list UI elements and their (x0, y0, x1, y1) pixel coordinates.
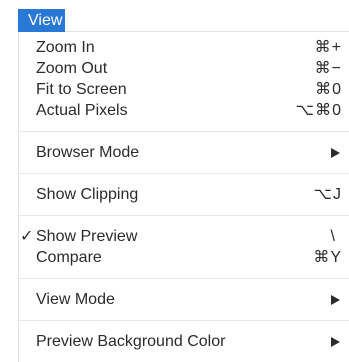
menu-item-shortcut: ⌘+ (314, 39, 342, 56)
menu-item-label: Browser Mode (36, 144, 140, 161)
menu-item-label: Fit to Screen (36, 81, 127, 98)
menu-item-zoom-in[interactable]: Zoom In ⌘+ (19, 37, 349, 59)
menu-item-actual-pixels[interactable]: Actual Pixels ⌥⌘0 (19, 100, 349, 122)
submenu-arrow-icon (331, 295, 340, 305)
view-menu-dropdown: Zoom In ⌘+ Zoom Out ⌘− Fit to Screen ⌘0 … (18, 32, 349, 362)
menu-item-label-text: Show Preview (36, 228, 138, 245)
menu-item-shortcut: ⌥⌘0 (295, 102, 342, 119)
menu-item-shortcut: ⌘0 (315, 81, 342, 98)
menu-separator (19, 320, 349, 321)
menu-item-label: View Mode (36, 291, 115, 308)
view-menu-title[interactable]: View (18, 9, 65, 32)
menubar: View (0, 0, 349, 32)
menu-item-label: Zoom In (36, 39, 95, 56)
menu-item-label: Actual Pixels (36, 102, 128, 119)
submenu-arrow-icon (331, 337, 340, 347)
submenu-arrow-icon (331, 148, 340, 158)
menu-item-fit-to-screen[interactable]: Fit to Screen ⌘0 (19, 79, 349, 101)
menu-separator (19, 215, 349, 216)
menu-item-label: Zoom Out (36, 60, 108, 77)
menu-item-shortcut: \ (330, 228, 336, 245)
menu-separator (19, 278, 349, 279)
menu-item-view-mode[interactable]: View Mode (19, 289, 349, 311)
menu-item-zoom-out[interactable]: Zoom Out ⌘− (19, 58, 349, 80)
menu-item-preview-background-color[interactable]: Preview Background Color (19, 331, 349, 353)
menu-item-label: Compare (36, 249, 102, 266)
menu-item-shortcut: ⌥J (313, 186, 342, 203)
menu-item-shortcut: ⌘− (314, 60, 342, 77)
menu-item-label: ✓ Show Preview (20, 226, 138, 248)
menu-separator (19, 173, 349, 174)
menu-item-label: Preview Background Color (36, 333, 226, 350)
menu-item-browser-mode[interactable]: Browser Mode (19, 142, 349, 164)
menu-item-show-preview[interactable]: ✓ Show Preview \ (19, 226, 349, 248)
menu-item-compare[interactable]: Compare ⌘Y (19, 247, 349, 269)
menu-item-show-clipping[interactable]: Show Clipping ⌥J (19, 184, 349, 206)
menu-separator (19, 131, 349, 132)
menu-item-label: Show Clipping (36, 186, 139, 203)
menu-item-shortcut: ⌘Y (313, 249, 342, 266)
checkmark-icon: ✓ (20, 228, 34, 245)
